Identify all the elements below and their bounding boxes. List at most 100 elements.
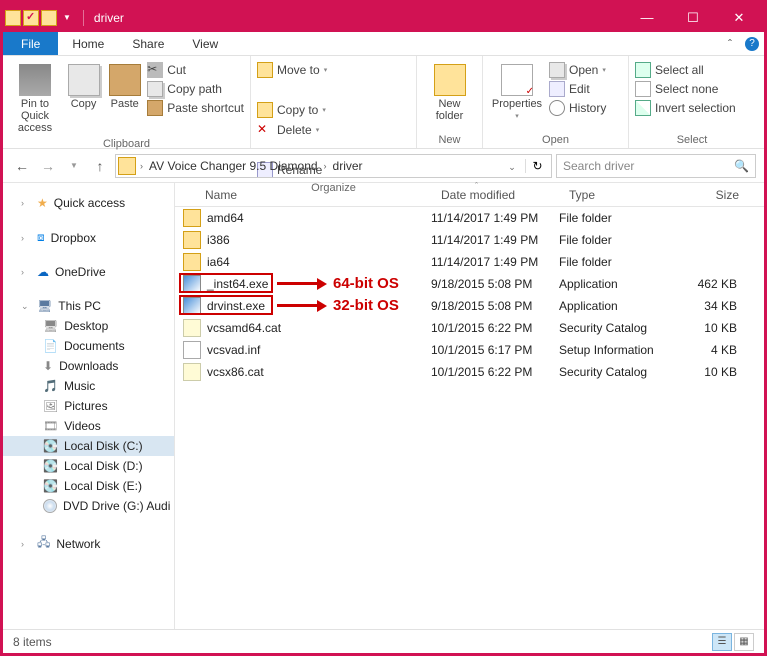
file-row[interactable]: i38611/14/2017 1:49 PMFile folder (175, 229, 764, 251)
window-title: driver (94, 11, 124, 25)
sidebar-item[interactable]: 🎞Videos (3, 416, 174, 436)
sidebar-item[interactable]: 📄Documents (3, 336, 174, 356)
sidebar-onedrive[interactable]: ›☁OneDrive (3, 262, 174, 282)
ribbon-tabs: File Home Share View ˆ ? (3, 32, 764, 56)
crumb-parent[interactable]: AV Voice Changer 9.5 Diamond (147, 159, 320, 173)
refresh-button[interactable]: ↻ (525, 159, 549, 173)
sidebar-dropbox[interactable]: ›⧈Dropbox (3, 227, 174, 248)
properties-icon (501, 64, 533, 96)
paste-icon (109, 64, 141, 96)
chevron-down-icon[interactable]: ⌄ (506, 162, 518, 172)
history-button[interactable]: History (549, 100, 606, 116)
new-folder-button[interactable]: New folder (423, 60, 476, 122)
chevron-icon[interactable]: › (322, 161, 329, 171)
sidebar-item[interactable]: DVD Drive (G:) Audi (3, 496, 174, 516)
ribbon: Pin to Quick access Copy Paste ✂Cut Copy… (3, 56, 764, 149)
qat-customize-icon[interactable]: ▼ (63, 13, 71, 22)
file-list: ˆ Name Date modified Type Size amd6411/1… (175, 183, 764, 629)
tab-file[interactable]: File (3, 32, 58, 55)
properties-button[interactable]: Properties ▾ (489, 60, 545, 120)
move-to-button[interactable]: Move to▾ (257, 62, 333, 78)
pin-icon (19, 64, 51, 96)
sidebar-network[interactable]: ›🖧Network (3, 530, 174, 557)
col-date[interactable]: Date modified (433, 188, 561, 202)
qat-icon-2[interactable] (23, 10, 39, 26)
col-name[interactable]: Name (175, 188, 433, 202)
sidebar-item[interactable]: 🖼Pictures (3, 396, 174, 416)
status-bar: 8 items ☰ ▦ (3, 629, 764, 653)
group-clipboard-label: Clipboard (3, 138, 250, 152)
chevron-icon[interactable]: › (138, 161, 145, 171)
item-count: 8 items (13, 635, 52, 649)
col-type[interactable]: Type (561, 188, 679, 202)
file-row[interactable]: _inst64.exe9/18/2015 5:08 PMApplication4… (175, 273, 764, 295)
close-button[interactable]: ✕ (716, 3, 762, 32)
paste-shortcut-button[interactable]: Paste shortcut (147, 100, 244, 116)
file-icon (183, 275, 201, 293)
select-none-button[interactable]: Select none (635, 81, 736, 97)
sidebar-item[interactable]: 🎵Music (3, 376, 174, 396)
tab-home[interactable]: Home (58, 32, 118, 55)
sidebar-item[interactable]: 💽Local Disk (D:) (3, 456, 174, 476)
file-icon (183, 253, 201, 271)
crumb-current[interactable]: driver (331, 159, 365, 173)
maximize-button[interactable]: ☐ (670, 3, 716, 32)
back-button[interactable]: ← (11, 155, 33, 177)
open-button[interactable]: Open▾ (549, 62, 606, 78)
tab-share[interactable]: Share (118, 32, 178, 55)
copy-icon (68, 64, 100, 96)
recent-locations-button[interactable]: ▼ (63, 155, 85, 177)
col-size[interactable]: Size (679, 188, 749, 202)
group-select-label: Select (629, 134, 755, 148)
pin-to-quick-access-button[interactable]: Pin to Quick access (9, 60, 61, 134)
forward-button[interactable]: → (37, 155, 59, 177)
folder-icon (118, 157, 136, 175)
qat-icon-3[interactable] (41, 10, 57, 26)
address-bar[interactable]: › AV Voice Changer 9.5 Diamond › driver … (115, 154, 552, 178)
group-new-label: New (417, 134, 482, 148)
sidebar-item[interactable]: 🖥Desktop (3, 316, 174, 336)
view-large-icons-button[interactable]: ▦ (734, 633, 754, 651)
file-icon (183, 209, 201, 227)
search-placeholder: Search driver (563, 159, 634, 173)
edit-button[interactable]: Edit (549, 81, 606, 97)
file-row[interactable]: amd6411/14/2017 1:49 PMFile folder (175, 207, 764, 229)
search-icon: 🔍 (734, 159, 749, 173)
navigation-pane: ›★Quick access ›⧈Dropbox ›☁OneDrive ⌄🖥Th… (3, 183, 175, 629)
copy-path-button[interactable]: Copy path (147, 81, 244, 97)
file-icon (183, 319, 201, 337)
sidebar-item[interactable]: 💽Local Disk (C:) (3, 436, 174, 456)
minimize-button[interactable]: — (624, 3, 670, 32)
title-bar: ▼ driver — ☐ ✕ (3, 3, 764, 32)
file-row[interactable]: drvinst.exe9/18/2015 5:08 PMApplication3… (175, 295, 764, 317)
up-button[interactable]: ↑ (89, 155, 111, 177)
paste-button[interactable]: Paste (106, 60, 143, 110)
file-row[interactable]: vcsvad.inf10/1/2015 6:17 PMSetup Informa… (175, 339, 764, 361)
file-icon (183, 297, 201, 315)
new-folder-icon (434, 64, 466, 96)
sidebar-this-pc[interactable]: ⌄🖥This PC (3, 296, 174, 316)
collapse-ribbon-icon[interactable]: ˆ (720, 32, 740, 55)
sidebar-item[interactable]: ⬇Downloads (3, 356, 174, 376)
cut-button[interactable]: ✂Cut (147, 62, 244, 78)
select-all-button[interactable]: Select all (635, 62, 736, 78)
sidebar-quick-access[interactable]: ›★Quick access (3, 193, 174, 213)
file-icon (183, 341, 201, 359)
sidebar-item[interactable]: 💽Local Disk (E:) (3, 476, 174, 496)
file-row[interactable]: vcsamd64.cat10/1/2015 6:22 PMSecurity Ca… (175, 317, 764, 339)
tab-view[interactable]: View (178, 32, 232, 55)
group-open-label: Open (483, 134, 628, 148)
qat-icon-1[interactable] (5, 10, 21, 26)
help-button[interactable]: ? (740, 32, 764, 55)
file-row[interactable]: vcsx86.cat10/1/2015 6:22 PMSecurity Cata… (175, 361, 764, 383)
delete-button[interactable]: ✕Delete▾ (257, 122, 333, 138)
file-icon (183, 231, 201, 249)
view-details-button[interactable]: ☰ (712, 633, 732, 651)
copy-to-button[interactable]: Copy to▾ (257, 102, 333, 118)
file-row[interactable]: ia6411/14/2017 1:49 PMFile folder (175, 251, 764, 273)
sort-indicator-icon: ˆ (475, 181, 478, 191)
column-headers: ˆ Name Date modified Type Size (175, 183, 764, 207)
invert-selection-button[interactable]: Invert selection (635, 100, 736, 116)
search-input[interactable]: Search driver 🔍 (556, 154, 756, 178)
copy-button[interactable]: Copy (65, 60, 102, 110)
